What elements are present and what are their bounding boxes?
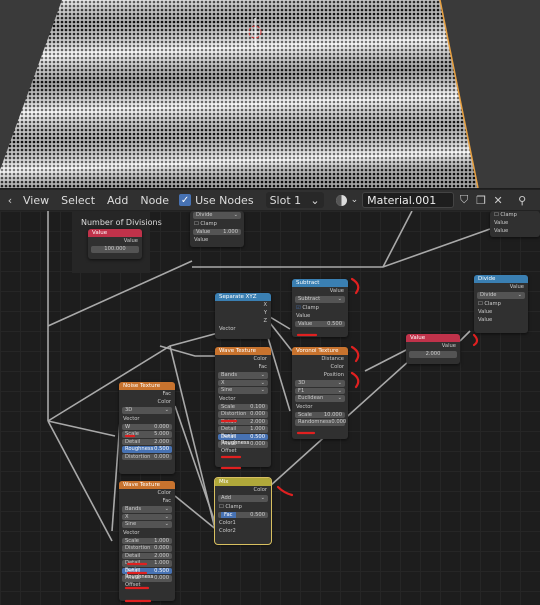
node-editor[interactable]: Number of Divisions Value Value 100.000 … bbox=[0, 211, 540, 605]
3d-viewport[interactable] bbox=[0, 0, 540, 188]
material-name-field[interactable]: Material.001 bbox=[362, 192, 455, 208]
chevron-down-icon: ⌄ bbox=[310, 193, 320, 207]
textured-plane bbox=[0, 0, 479, 188]
menu-node[interactable]: Node bbox=[134, 194, 175, 207]
menu-add[interactable]: Add bbox=[101, 194, 134, 207]
use-nodes-label: Use Nodes bbox=[195, 193, 254, 207]
chevron-down-icon[interactable]: ⌄ bbox=[351, 195, 359, 205]
slot-dropdown[interactable]: Slot 1 ⌄ bbox=[265, 192, 324, 208]
close-icon[interactable]: ✕ bbox=[491, 193, 505, 207]
menu-view[interactable]: View bbox=[17, 194, 55, 207]
duplicate-icon[interactable]: ❐ bbox=[474, 193, 488, 207]
node-editor-header: ‹ View Select Add Node ✓ Use Nodes Slot … bbox=[0, 189, 540, 211]
annotation-marks bbox=[124, 277, 479, 603]
editor-type-icon[interactable]: ‹ bbox=[3, 193, 17, 207]
use-nodes-toggle[interactable]: ✓ Use Nodes bbox=[179, 194, 254, 207]
menu-select[interactable]: Select bbox=[55, 194, 101, 207]
shield-icon[interactable]: ⛉ bbox=[457, 193, 471, 207]
checkmark-icon[interactable]: ✓ bbox=[179, 194, 192, 206]
pin-icon[interactable]: ⚲ bbox=[515, 193, 529, 207]
material-sphere-icon[interactable] bbox=[333, 193, 351, 207]
slot-label: Slot 1 bbox=[269, 193, 302, 207]
